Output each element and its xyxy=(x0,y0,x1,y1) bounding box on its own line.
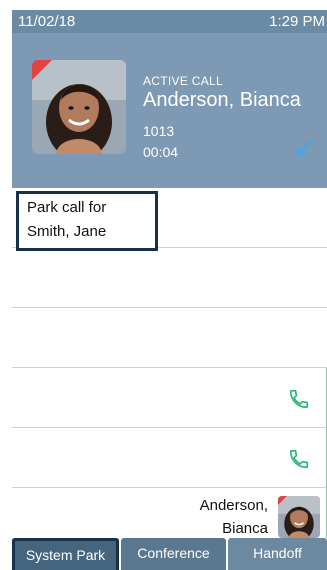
list-row[interactable] xyxy=(12,248,327,308)
list-row-contact[interactable]: Anderson, Bianca xyxy=(12,488,327,538)
phone-icon[interactable] xyxy=(288,388,310,410)
incoming-call-arrow-icon xyxy=(296,140,312,156)
park-call-title: Park call for xyxy=(27,199,107,216)
contact-avatar xyxy=(278,496,320,538)
list-row-park[interactable]: Park call for Smith, Jane xyxy=(12,188,327,251)
list-row[interactable] xyxy=(12,308,327,368)
status-date: 11/02/18 xyxy=(18,13,76,30)
caller-name: Anderson, Bianca xyxy=(143,89,301,111)
softkey-conference[interactable]: Conference xyxy=(121,538,226,570)
park-call-target: Smith, Jane xyxy=(27,223,107,240)
softkey-system-park[interactable]: System Park xyxy=(12,538,119,570)
active-call-panel: ACTIVE CALL Anderson, Bianca 1013 00:04 xyxy=(12,33,327,188)
park-call-prompt[interactable]: Park call for Smith, Jane xyxy=(16,191,158,251)
contact-name: Anderson, Bianca xyxy=(199,497,268,537)
caller-extension: 1013 xyxy=(143,123,175,139)
list-row[interactable] xyxy=(12,428,327,488)
call-duration: 00:04 xyxy=(143,144,179,160)
phone-screen: 11/02/18 1:29 PM ACTIVE CALL Anderson, B… xyxy=(12,10,327,570)
list-row[interactable] xyxy=(12,368,327,428)
call-state-label: ACTIVE CALL xyxy=(143,74,223,88)
phone-icon[interactable] xyxy=(288,448,310,470)
softkey-handoff[interactable]: Handoff xyxy=(228,538,327,570)
softkey-bar: System Park Conference Handoff xyxy=(12,538,327,570)
status-time: 1:29 PM xyxy=(269,13,325,30)
status-bar: 11/02/18 1:29 PM xyxy=(12,10,327,33)
caller-avatar xyxy=(32,60,126,154)
